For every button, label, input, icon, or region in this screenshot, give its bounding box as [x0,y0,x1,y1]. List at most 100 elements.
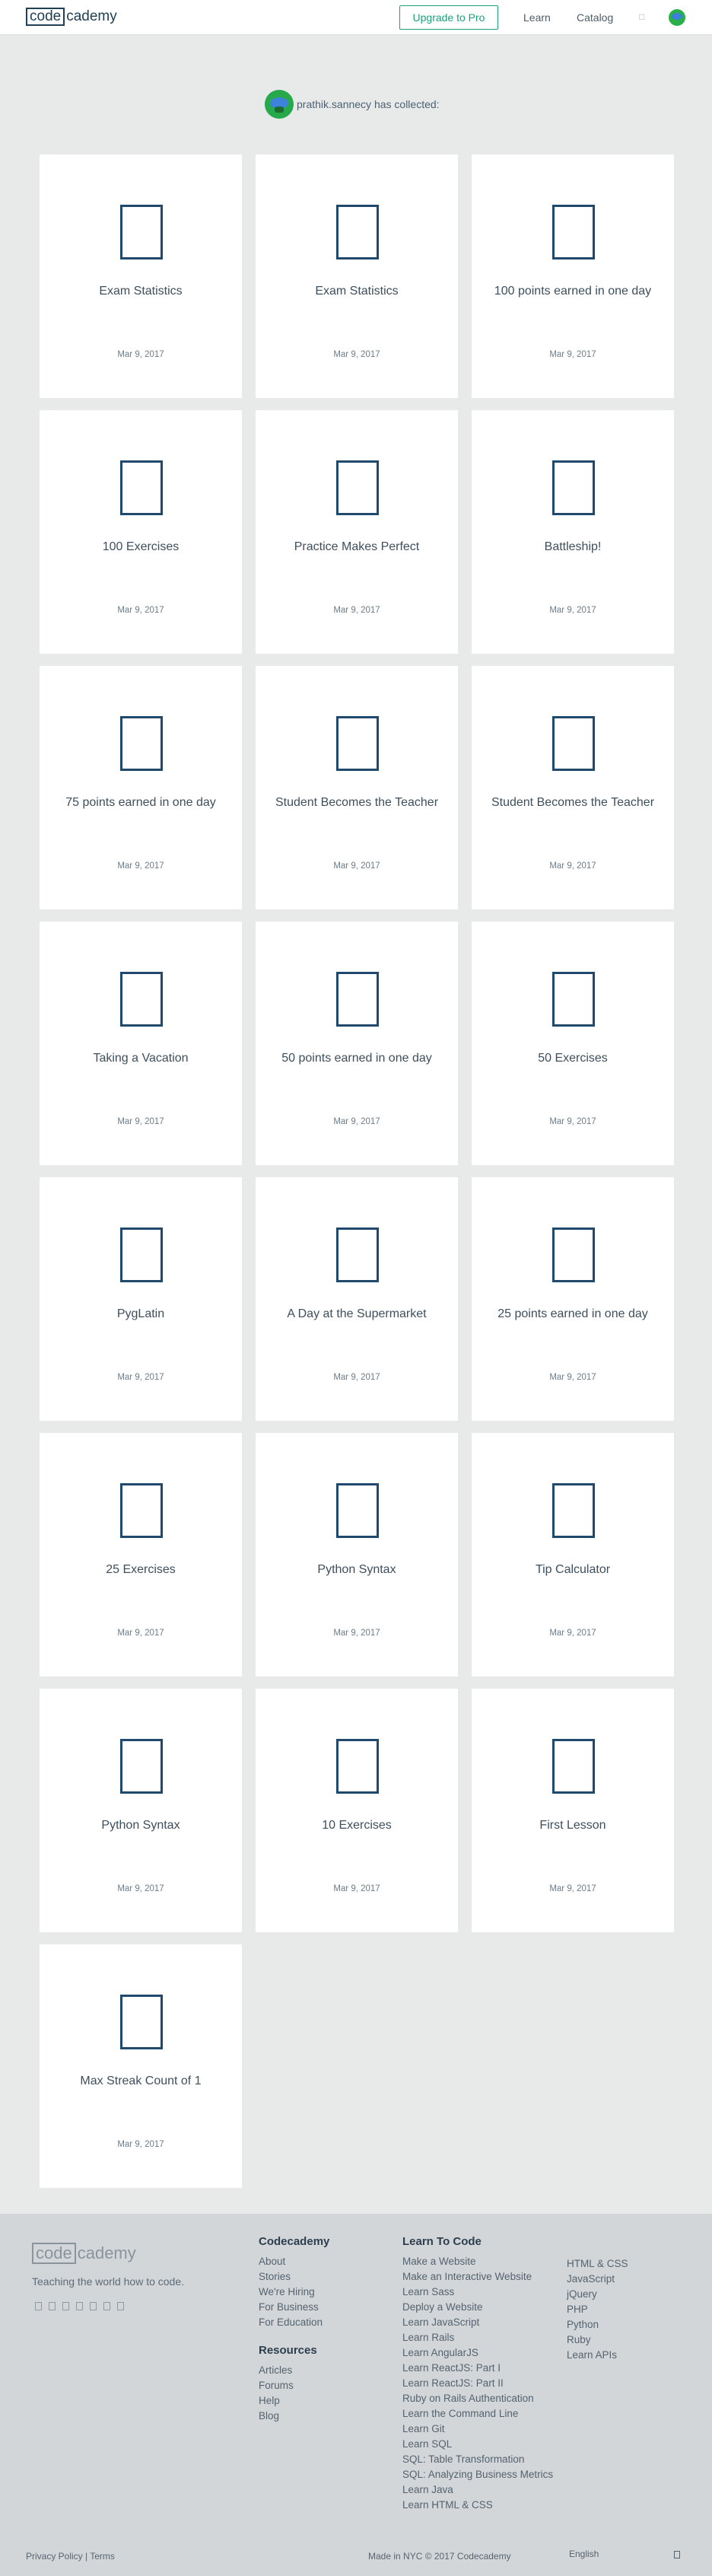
badge-card[interactable]: Practice Makes Perfect Mar 9, 2017 [256,410,458,654]
footer: code cademy Teaching the world how to cod… [0,2214,712,2576]
footer-language-link[interactable]: Python [567,2317,628,2332]
badge-card[interactable]: 50 Exercises Mar 9, 2017 [472,922,674,1165]
footer-learn-link[interactable]: SQL: Analyzing Business Metrics [402,2467,553,2482]
badge-date: Mar 9, 2017 [549,1373,596,1382]
footer-resources-link[interactable]: Forums [259,2378,329,2393]
language-selector[interactable]: English [569,2549,599,2559]
footer-learn-link[interactable]: Learn Git [402,2422,553,2437]
badge-date: Mar 9, 2017 [333,1629,380,1638]
badge-card[interactable]: 75 points earned in one day Mar 9, 2017 [40,666,242,909]
footer-learn-link[interactable]: Learn HTML & CSS [402,2498,553,2513]
medium-icon[interactable] [117,2302,124,2310]
badge-card[interactable]: PygLatin Mar 9, 2017 [40,1177,242,1421]
footer-learn-link[interactable]: Learn JavaScript [402,2315,553,2330]
badge-card[interactable]: First Lesson Mar 9, 2017 [472,1689,674,1932]
badge-card[interactable]: Battleship! Mar 9, 2017 [472,410,674,654]
badge-name: Exam Statistics [99,285,183,298]
badge-name: 10 Exercises [322,1819,392,1832]
footer-company-link[interactable]: For Education [259,2315,329,2330]
footer-company-link[interactable]: We're Hiring [259,2285,329,2300]
badge-card[interactable]: 100 points earned in one day Mar 9, 2017 [472,154,674,398]
badge-icon [120,1995,163,2049]
upgrade-to-pro-button[interactable]: Upgrade to Pro [399,5,498,30]
footer-logo[interactable]: code cademy [32,2243,136,2264]
footer-learn-link[interactable]: Learn Sass [402,2285,553,2300]
logo-rest-text: cademy [66,8,117,24]
badge-card[interactable]: Exam Statistics Mar 9, 2017 [256,154,458,398]
badge-card[interactable]: 50 points earned in one day Mar 9, 2017 [256,922,458,1165]
footer-resources-link[interactable]: Articles [259,2363,329,2378]
badge-date: Mar 9, 2017 [549,1117,596,1126]
badge-card[interactable]: 25 points earned in one day Mar 9, 2017 [472,1177,674,1421]
badge-date: Mar 9, 2017 [117,1117,164,1126]
badge-icon [120,205,163,260]
footer-legal-links[interactable]: Privacy Policy | Terms [26,2551,115,2562]
badge-card[interactable]: Python Syntax Mar 9, 2017 [256,1433,458,1676]
codecademy-logo[interactable]: code cademy [26,8,117,26]
footer-company-link[interactable]: Stories [259,2269,329,2285]
badge-name: Max Streak Count of 1 [80,2074,202,2087]
chat-icon[interactable] [674,2551,680,2558]
twitter-icon[interactable] [49,2302,56,2310]
footer-learn-link[interactable]: Learn ReactJS: Part II [402,2376,553,2391]
footer-resources-link[interactable]: Help [259,2393,329,2409]
badge-card[interactable]: Exam Statistics Mar 9, 2017 [40,154,242,398]
footer-resources-link[interactable]: Blog [259,2409,329,2424]
footer-learn-link[interactable]: Learn the Command Line [402,2406,553,2422]
footer-learn-link[interactable]: Make an Interactive Website [402,2269,553,2285]
instagram-icon[interactable] [62,2302,69,2310]
top-nav: code cademy Upgrade to Pro Learn Catalog … [0,0,712,35]
badge-card[interactable]: Student Becomes the Teacher Mar 9, 2017 [256,666,458,909]
badge-icon [120,460,163,515]
footer-learn-column: Learn To Code Make a Website Make an Inte… [402,2235,553,2513]
badge-name: First Lesson [539,1819,606,1832]
facebook-icon[interactable] [35,2302,42,2310]
badge-date: Mar 9, 2017 [549,1629,596,1638]
badge-icon [336,1739,379,1794]
footer-company-link[interactable]: For Business [259,2300,329,2315]
footer-learn-link[interactable]: Learn ReactJS: Part I [402,2361,553,2376]
badge-card[interactable]: Student Becomes the Teacher Mar 9, 2017 [472,666,674,909]
footer-language-link[interactable]: Learn APIs [567,2348,628,2363]
footer-learn-link[interactable]: SQL: Table Transformation [402,2452,553,2467]
footer-learn-link[interactable]: Learn AngularJS [402,2345,553,2361]
footer-language-link[interactable]: Ruby [567,2332,628,2348]
footer-learn-link[interactable]: Ruby on Rails Authentication [402,2391,553,2406]
notification-icon[interactable]: □ [639,11,644,22]
collector-banner: prathik.sannecy has collected: [265,89,440,119]
footer-learn-link[interactable]: Make a Website [402,2254,553,2269]
footer-learn-link[interactable]: Learn SQL [402,2437,553,2452]
footer-made-in: Made in NYC © 2017 Codecademy [368,2551,511,2562]
footer-company-heading: Codecademy [259,2235,330,2248]
badge-card[interactable]: Taking a Vacation Mar 9, 2017 [40,922,242,1165]
badge-name: 50 points earned in one day [281,1052,432,1065]
badge-icon [120,1228,163,1282]
footer-learn-link[interactable]: Deploy a Website [402,2300,553,2315]
badge-date: Mar 9, 2017 [549,861,596,871]
footer-language-link[interactable]: jQuery [567,2287,628,2302]
footer-learn-link[interactable]: Learn Rails [402,2330,553,2345]
footer-company-link[interactable]: About [259,2254,329,2269]
footer-language-link[interactable]: PHP [567,2302,628,2317]
badge-date: Mar 9, 2017 [333,861,380,871]
badge-card[interactable]: Tip Calculator Mar 9, 2017 [472,1433,674,1676]
linkedin-icon[interactable] [90,2302,97,2310]
badge-card[interactable]: A Day at the Supermarket Mar 9, 2017 [256,1177,458,1421]
badge-date: Mar 9, 2017 [549,1884,596,1893]
nav-catalog-link[interactable]: Catalog [577,11,613,24]
user-avatar[interactable] [669,9,685,26]
youtube-icon[interactable] [76,2302,83,2310]
badge-icon [120,972,163,1027]
github-icon[interactable] [103,2302,110,2310]
badge-card[interactable]: Python Syntax Mar 9, 2017 [40,1689,242,1932]
nav-learn-link[interactable]: Learn [523,11,551,24]
badge-card[interactable]: 10 Exercises Mar 9, 2017 [256,1689,458,1932]
badge-card[interactable]: 25 Exercises Mar 9, 2017 [40,1433,242,1676]
footer-learn-link[interactable]: Learn Java [402,2482,553,2498]
badge-card[interactable]: 100 Exercises Mar 9, 2017 [40,410,242,654]
badge-icon [336,1228,379,1282]
footer-language-link[interactable]: HTML & CSS [567,2256,628,2272]
footer-learn-heading: Learn To Code [402,2235,482,2248]
badge-card[interactable]: Max Streak Count of 1 Mar 9, 2017 [40,1944,242,2188]
footer-language-link[interactable]: JavaScript [567,2272,628,2287]
